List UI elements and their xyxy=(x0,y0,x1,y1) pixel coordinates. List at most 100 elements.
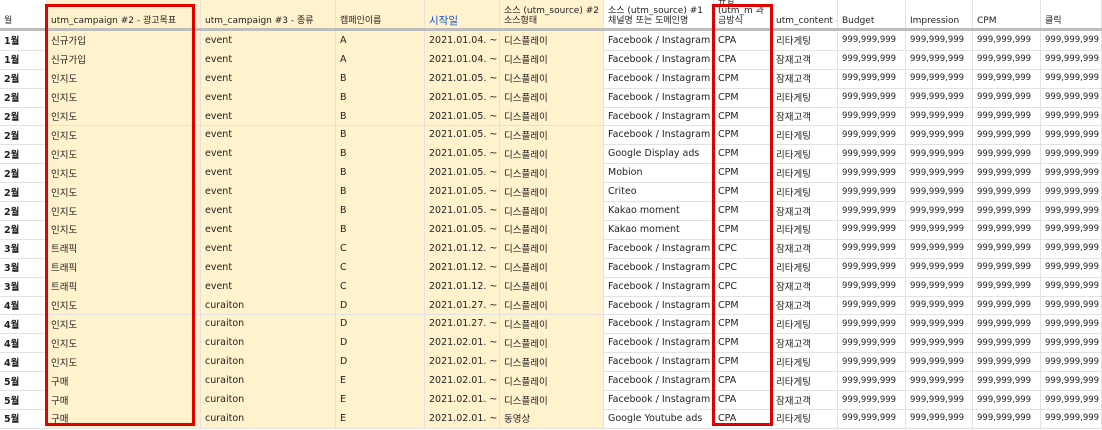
cell-utm-content[interactable]: 리타게팅 xyxy=(772,144,838,164)
cell-campaign-goal[interactable]: 구매 xyxy=(47,390,201,409)
cell-source-type[interactable]: 디스플레이 xyxy=(500,390,604,409)
cell-month[interactable]: 5월 xyxy=(0,409,47,428)
cell-clicks[interactable]: 999,999,999 xyxy=(1041,276,1102,296)
cell-impression[interactable]: 999,999,999 xyxy=(906,220,973,239)
cell-month[interactable]: 2월 xyxy=(0,106,47,126)
cell-month[interactable]: 3월 xyxy=(0,238,47,258)
cell-budget[interactable]: 999,999,999 xyxy=(838,31,906,50)
cell-campaign-name[interactable]: C xyxy=(336,276,425,296)
cell-source-type[interactable]: 디스플레이 xyxy=(500,371,604,391)
cell-utm-content[interactable]: 잠재고객 xyxy=(772,68,838,88)
cell-clicks[interactable]: 999,999,999 xyxy=(1041,257,1102,277)
cell-month[interactable]: 2월 xyxy=(0,163,47,183)
cell-source-type[interactable]: 디스플레이 xyxy=(500,238,604,258)
cell-impression[interactable]: 999,999,999 xyxy=(906,182,973,202)
cell-billing-type[interactable]: CPC xyxy=(714,257,772,277)
cell-campaign-name[interactable]: B xyxy=(336,106,425,126)
cell-source-type[interactable]: 디스플레이 xyxy=(500,125,604,145)
cell-budget[interactable]: 999,999,999 xyxy=(838,371,906,391)
cell-impression[interactable]: 999,999,999 xyxy=(906,163,973,183)
cell-cpm[interactable]: 999,999,999 xyxy=(973,125,1041,145)
cell-clicks[interactable]: 999,999,999 xyxy=(1041,144,1102,164)
cell-campaign-goal[interactable]: 트래픽 xyxy=(47,238,201,258)
cell-clicks[interactable]: 999,999,999 xyxy=(1041,49,1102,69)
cell-clicks[interactable]: 999,999,999 xyxy=(1041,371,1102,391)
cell-month[interactable]: 4월 xyxy=(0,295,47,315)
cell-campaign-type[interactable]: event xyxy=(201,87,336,107)
cell-month[interactable]: 4월 xyxy=(0,314,47,334)
cell-clicks[interactable]: 999,999,999 xyxy=(1041,409,1102,428)
cell-budget[interactable]: 999,999,999 xyxy=(838,144,906,164)
cell-cpm[interactable]: 999,999,999 xyxy=(973,182,1041,202)
cell-utm-content[interactable]: 잠재고객 xyxy=(772,276,838,296)
cell-month[interactable]: 4월 xyxy=(0,333,47,353)
cell-billing-type[interactable]: CPA xyxy=(714,371,772,391)
cell-campaign-name[interactable]: B xyxy=(336,182,425,202)
cell-cpm[interactable]: 999,999,999 xyxy=(973,276,1041,296)
cell-clicks[interactable]: 999,999,999 xyxy=(1041,87,1102,107)
cell-campaign-type[interactable]: curaiton xyxy=(201,371,336,391)
cell-cpm[interactable]: 999,999,999 xyxy=(973,333,1041,353)
cell-source-type[interactable]: 디스플레이 xyxy=(500,182,604,202)
cell-utm-content[interactable]: 잠재고객 xyxy=(772,390,838,409)
cell-cpm[interactable]: 999,999,999 xyxy=(973,31,1041,50)
cell-start-date[interactable]: 2021.01.05. ~ 01 xyxy=(425,87,500,107)
header-utm-content[interactable]: utm_content # xyxy=(772,0,838,28)
cell-cpm[interactable]: 999,999,999 xyxy=(973,352,1041,372)
cell-clicks[interactable]: 999,999,999 xyxy=(1041,314,1102,334)
cell-campaign-name[interactable]: B xyxy=(336,144,425,164)
cell-campaign-goal[interactable]: 인지도 xyxy=(47,144,201,164)
cell-start-date[interactable]: 2021.01.27. ~ 01 xyxy=(425,295,500,315)
cell-billing-type[interactable]: CPA xyxy=(714,49,772,69)
header-campaign-goal[interactable]: utm_campaign #2 - 광고목표 xyxy=(47,0,201,28)
cell-utm-content[interactable]: 리타게팅 xyxy=(772,352,838,372)
cell-source-type[interactable]: 디스플레이 xyxy=(500,49,604,69)
cell-budget[interactable]: 999,999,999 xyxy=(838,163,906,183)
cell-budget[interactable]: 999,999,999 xyxy=(838,352,906,372)
cell-cpm[interactable]: 999,999,999 xyxy=(973,371,1041,391)
cell-campaign-goal[interactable]: 신규가입 xyxy=(47,49,201,69)
cell-budget[interactable]: 999,999,999 xyxy=(838,201,906,220)
cell-impression[interactable]: 999,999,999 xyxy=(906,68,973,88)
cell-campaign-goal[interactable]: 인지도 xyxy=(47,295,201,315)
cell-source-type[interactable]: 디스플레이 xyxy=(500,295,604,315)
cell-month[interactable]: 1월 xyxy=(0,31,47,50)
cell-cpm[interactable]: 999,999,999 xyxy=(973,409,1041,428)
cell-source-type[interactable]: 디스플레이 xyxy=(500,144,604,164)
cell-budget[interactable]: 999,999,999 xyxy=(838,390,906,409)
cell-start-date[interactable]: 2021.02.01. ~ 02 xyxy=(425,409,500,428)
cell-channel[interactable]: Facebook / Instagram xyxy=(604,125,714,145)
cell-channel[interactable]: Facebook / Instagram xyxy=(604,295,714,315)
cell-budget[interactable]: 999,999,999 xyxy=(838,106,906,126)
cell-source-type[interactable]: 디스플레이 xyxy=(500,68,604,88)
cell-month[interactable]: 2월 xyxy=(0,87,47,107)
cell-budget[interactable]: 999,999,999 xyxy=(838,87,906,107)
cell-utm-content[interactable]: 리타게팅 xyxy=(772,257,838,277)
cell-impression[interactable]: 999,999,999 xyxy=(906,87,973,107)
cell-utm-content[interactable]: 리타게팅 xyxy=(772,182,838,202)
cell-start-date[interactable]: 2021.01.12. ~ 01 xyxy=(425,238,500,258)
cell-channel[interactable]: Facebook / Instagram xyxy=(604,106,714,126)
cell-campaign-name[interactable]: B xyxy=(336,68,425,88)
cell-month[interactable]: 2월 xyxy=(0,201,47,220)
cell-billing-type[interactable]: CPM xyxy=(714,314,772,334)
cell-campaign-name[interactable]: E xyxy=(336,371,425,391)
cell-clicks[interactable]: 999,999,999 xyxy=(1041,31,1102,50)
cell-start-date[interactable]: 2021.02.01. ~ 02 xyxy=(425,371,500,391)
cell-campaign-type[interactable]: curaiton xyxy=(201,314,336,334)
cell-impression[interactable]: 999,999,999 xyxy=(906,352,973,372)
cell-impression[interactable]: 999,999,999 xyxy=(906,371,973,391)
cell-clicks[interactable]: 999,999,999 xyxy=(1041,238,1102,258)
cell-campaign-goal[interactable]: 인지도 xyxy=(47,314,201,334)
header-cpm[interactable]: CPM xyxy=(973,0,1041,28)
cell-billing-type[interactable]: CPM xyxy=(714,201,772,220)
header-campaign-name[interactable]: 캠페인이름 xyxy=(336,0,425,28)
cell-campaign-type[interactable]: event xyxy=(201,276,336,296)
cell-campaign-name[interactable]: D xyxy=(336,333,425,353)
cell-campaign-type[interactable]: event xyxy=(201,49,336,69)
cell-campaign-name[interactable]: E xyxy=(336,409,425,428)
cell-campaign-type[interactable]: event xyxy=(201,125,336,145)
cell-campaign-type[interactable]: curaiton xyxy=(201,295,336,315)
cell-source-type[interactable]: 디스플레이 xyxy=(500,31,604,50)
cell-campaign-goal[interactable]: 인지도 xyxy=(47,68,201,88)
